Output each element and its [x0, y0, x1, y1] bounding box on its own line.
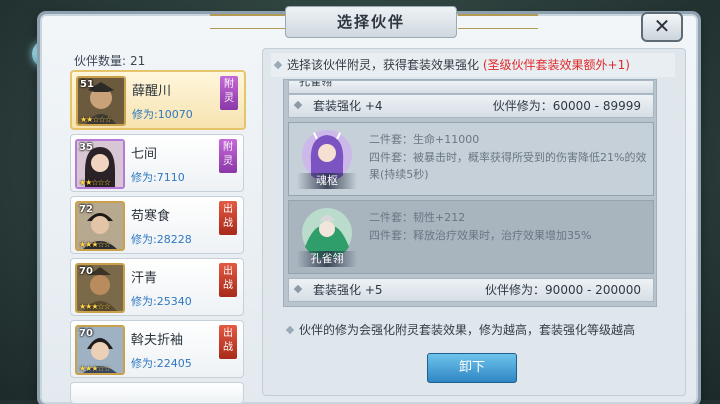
tier-label: 套装强化 +4 [313, 99, 383, 113]
set-list[interactable]: 孔雀翎 套装强化 +4 伙伴修为：60000 - 89999 魂枢 二件套：生命… [283, 79, 657, 307]
close-button[interactable]: ✕ [641, 12, 683, 42]
partner-level: 35 [79, 142, 93, 153]
set-name: 孔雀翎 [297, 251, 357, 267]
power-note: 伙伴的修为会强化附灵套装效果，修为越高，套装强化等级越高 [283, 321, 635, 338]
partner-portrait: 72 ★★★☆☆ [75, 201, 125, 251]
star-rating-icon: ★★☆☆☆ [79, 178, 111, 187]
set-card[interactable]: 孔雀翎 二件套：韧性+212 四件套：释放治疗效果时，治疗效果增加35% [288, 200, 654, 274]
partner-card[interactable]: 51 ★★☆☆☆ 薛醒川 修为:10070 附灵 [70, 70, 246, 130]
partner-power: 修为:28228 [131, 233, 192, 246]
partner-card[interactable]: 72 ★★★☆☆ 苟寒食 修为:28228 出战 [70, 196, 244, 254]
bullet-icon [285, 325, 295, 335]
cut-off-set-label: 孔雀翎 [288, 80, 654, 94]
four-piece-effect: 四件套：释放治疗效果时，治疗效果增加35% [369, 229, 592, 242]
set-tier-row: 套装强化 +5 伙伴修为：90000 - 200000 [288, 278, 654, 302]
attach-tag: 附灵 [220, 76, 238, 110]
attach-hint: 选择该伙伴附灵，获得套装效果强化 (圣级伙伴套装效果额外+1) [271, 53, 675, 77]
partner-power: 修为:7110 [131, 171, 185, 184]
partner-card[interactable]: 70 ★★★☆☆ 斡夫折袖 修为:22405 出战 [70, 320, 244, 378]
partner-power: 修为:25340 [131, 295, 192, 308]
partner-name: 苟寒食 [131, 209, 171, 224]
set-info-panel: 选择该伙伴附灵，获得套装效果强化 (圣级伙伴套装效果额外+1) 孔雀翎 套装强化… [262, 48, 686, 396]
partner-level: 51 [80, 79, 94, 90]
partner-power: 修为:10070 [132, 108, 193, 121]
hint-text: 选择该伙伴附灵，获得套装效果强化 [287, 58, 480, 72]
tier-label: 套装强化 +5 [313, 283, 383, 297]
hint-highlight: (圣级伙伴套装效果额外+1) [482, 58, 630, 72]
battle-tag: 出战 [219, 263, 237, 297]
partner-level: 70 [79, 328, 93, 339]
attach-tag: 附灵 [219, 139, 237, 173]
star-rating-icon: ★★★☆☆ [79, 240, 111, 249]
diamond-icon [293, 100, 303, 110]
partner-name: 斡夫折袖 [131, 333, 184, 348]
partner-name: 汗青 [131, 271, 158, 286]
star-rating-icon: ★★★☆☆ [79, 364, 111, 373]
four-piece-effect: 四件套：被暴击时，概率获得所受到的伤害降低21%的效果(持续5秒) [369, 151, 647, 181]
partner-count-value: 21 [130, 54, 146, 68]
dialog-title: 选择伙伴 [285, 6, 457, 38]
set-avatar: 孔雀翎 [295, 205, 359, 267]
set-card[interactable]: 魂枢 二件套：生命+11000 四件套：被暴击时，概率获得所受到的伤害降低21%… [288, 122, 654, 196]
set-name: 魂枢 [297, 173, 357, 189]
cut-off-set-name: 孔雀翎 [299, 80, 332, 88]
partner-portrait: 70 ★★★☆☆ [75, 325, 125, 375]
diamond-icon [293, 284, 303, 294]
partner-portrait: 70 ★★★☆☆ [75, 263, 125, 313]
partner-portrait: 35 ★★☆☆☆ [75, 139, 125, 189]
partner-level: 70 [79, 266, 93, 277]
star-rating-icon: ★★☆☆☆ [80, 115, 112, 124]
two-piece-effect: 二件套：韧性+212 [369, 211, 466, 224]
partner-list-panel[interactable]: 伙伴数量: 21 51 ★★☆☆☆ 薛醒川 修为:10070 附灵 35 ★★☆☆… [68, 48, 248, 403]
star-rating-icon: ★★★☆☆ [79, 302, 111, 311]
unload-button[interactable]: 卸下 [427, 353, 517, 383]
two-piece-effect: 二件套：生命+11000 [369, 133, 480, 146]
battle-tag: 出战 [219, 325, 237, 359]
partner-name: 薛醒川 [132, 84, 172, 99]
tier-power-range: 伙伴修为：90000 - 200000 [485, 283, 641, 297]
partner-count: 伙伴数量: 21 [74, 52, 145, 69]
battle-tag: 出战 [219, 201, 237, 235]
partner-power: 修为:22405 [131, 357, 192, 370]
partner-portrait: 51 ★★☆☆☆ [76, 76, 126, 126]
note-text: 伙伴的修为会强化附灵套装效果，修为越高，套装强化等级越高 [299, 323, 636, 337]
tier-power-range: 伙伴修为：60000 - 89999 [492, 99, 641, 113]
partner-card[interactable]: 70 ★★★☆☆ 汗青 修为:25340 出战 [70, 258, 244, 316]
set-avatar: 魂枢 [295, 127, 359, 189]
partner-level: 72 [79, 204, 93, 215]
partner-card[interactable]: 35 ★★☆☆☆ 七间 修为:7110 附灵 [70, 134, 244, 192]
bullet-icon [273, 60, 283, 70]
set-tier-row: 套装强化 +4 伙伴修为：60000 - 89999 [288, 94, 654, 118]
partner-name: 七间 [131, 147, 158, 162]
partner-count-label: 伙伴数量: [74, 54, 127, 68]
title-wing-left [210, 14, 290, 29]
title-wing-right [458, 14, 538, 29]
